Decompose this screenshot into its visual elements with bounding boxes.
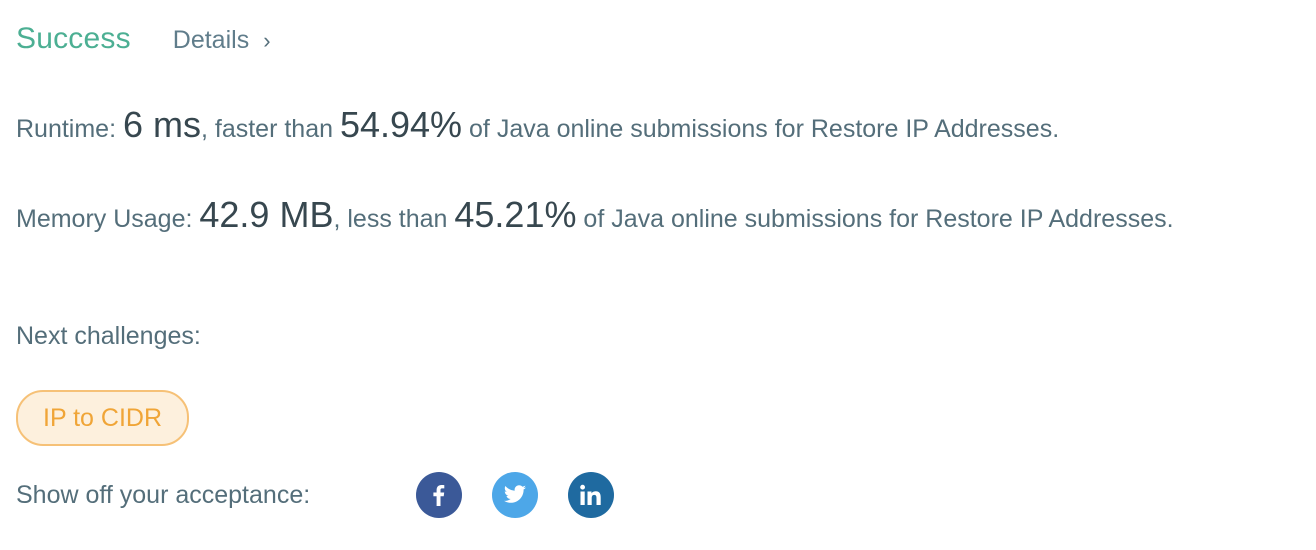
memory-percent: 45.21% — [454, 194, 577, 235]
runtime-stat: Runtime: 6 ms, faster than 54.94% of Jav… — [16, 104, 1216, 150]
facebook-share-button[interactable] — [416, 472, 462, 518]
share-row: Show off your acceptance: — [16, 472, 644, 518]
facebook-icon — [428, 483, 450, 507]
memory-comparison: , less than — [333, 205, 455, 233]
details-link[interactable]: Details › — [173, 26, 271, 55]
runtime-value: 6 ms — [122, 104, 201, 145]
details-label: Details — [172, 26, 250, 54]
status-label: Success — [16, 22, 131, 55]
linkedin-icon — [579, 484, 603, 506]
memory-suffix: of Java online submissions for Restore I… — [576, 205, 1174, 233]
twitter-icon — [503, 485, 527, 505]
runtime-suffix: of Java online submissions for Restore I… — [462, 115, 1060, 143]
runtime-comparison: , faster than — [201, 115, 340, 143]
memory-stat: Memory Usage: 42.9 MB, less than 45.21% … — [16, 194, 1216, 240]
chevron-right-icon: › — [263, 28, 271, 53]
runtime-percent: 54.94% — [339, 104, 463, 145]
challenge-pill-ip-to-cidr[interactable]: IP to CIDR — [16, 390, 190, 446]
result-header: Success Details › — [16, 22, 271, 56]
share-label: Show off your acceptance: — [16, 480, 311, 509]
next-challenges-label: Next challenges: — [16, 322, 201, 350]
memory-label: Memory Usage: — [16, 205, 200, 233]
runtime-label: Runtime: — [16, 115, 123, 143]
twitter-share-button[interactable] — [492, 472, 538, 518]
linkedin-share-button[interactable] — [568, 472, 614, 518]
memory-value: 42.9 MB — [199, 194, 334, 235]
